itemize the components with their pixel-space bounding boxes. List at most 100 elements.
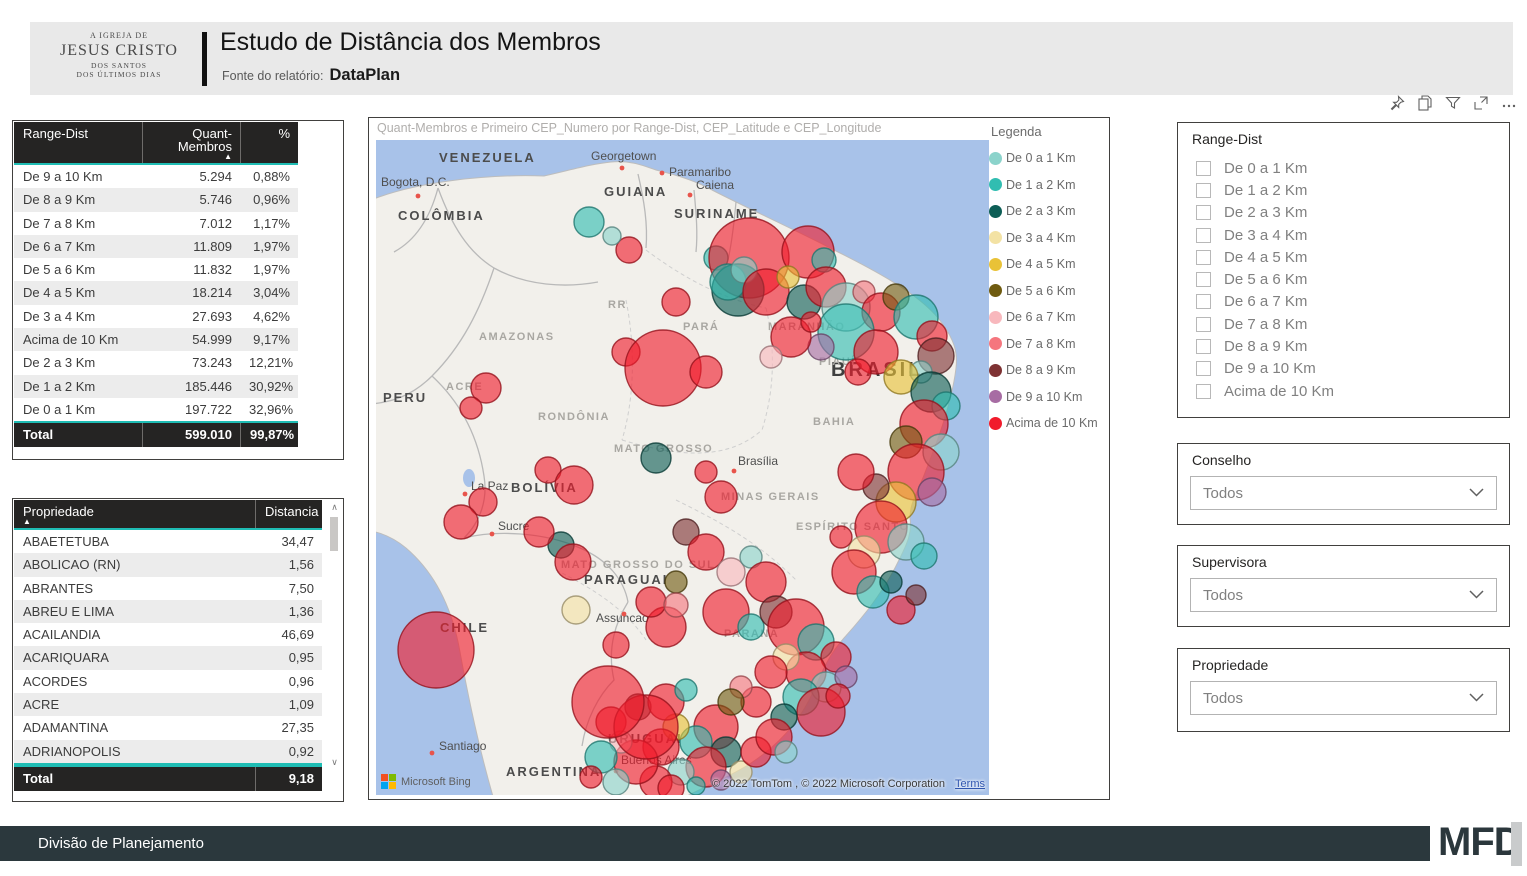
- map-bubble[interactable]: [918, 478, 946, 506]
- table-row[interactable]: De 2 a 3 Km73.24312,21%: [14, 351, 298, 374]
- filter-icon[interactable]: [1444, 94, 1462, 112]
- map-bubble[interactable]: [838, 454, 874, 490]
- table-row[interactable]: De 4 a 5 Km18.2143,04%: [14, 281, 298, 304]
- legend-item[interactable]: De 6 a 7 Km: [989, 304, 1109, 331]
- table-row[interactable]: ABRANTES7,50: [14, 577, 322, 600]
- map-bubble[interactable]: [555, 544, 591, 580]
- column-header[interactable]: Quant-Membros▲: [142, 122, 240, 163]
- copy-icon[interactable]: [1416, 94, 1434, 112]
- range-dist-option[interactable]: De 8 a 9 Km: [1196, 335, 1334, 357]
- range-dist-option[interactable]: De 0 a 1 Km: [1196, 157, 1334, 179]
- legend-item[interactable]: De 0 a 1 Km: [989, 145, 1109, 172]
- legend-item[interactable]: Acima de 10 Km: [989, 410, 1109, 437]
- table-row[interactable]: ACRE1,09: [14, 693, 322, 716]
- more-options-icon[interactable]: [1500, 94, 1518, 112]
- checkbox[interactable]: [1196, 294, 1211, 309]
- checkbox[interactable]: [1196, 361, 1211, 376]
- map-bubble[interactable]: [695, 461, 717, 483]
- map-bubble[interactable]: [665, 571, 687, 593]
- range-dist-option[interactable]: De 5 a 6 Km: [1196, 268, 1334, 290]
- legend-item[interactable]: De 5 a 6 Km: [989, 278, 1109, 305]
- map-bubble[interactable]: [603, 769, 629, 795]
- map-bubble[interactable]: [460, 397, 482, 419]
- map-bubble[interactable]: [664, 593, 688, 617]
- column-header[interactable]: Range-Dist: [14, 122, 142, 163]
- map-bubble[interactable]: [690, 356, 722, 388]
- legend-item[interactable]: De 1 a 2 Km: [989, 172, 1109, 199]
- map-bubble[interactable]: [572, 666, 644, 738]
- range-dist-option[interactable]: De 3 a 4 Km: [1196, 224, 1334, 246]
- map-bubble[interactable]: [755, 656, 787, 688]
- map-bubble[interactable]: [662, 288, 690, 316]
- table-row[interactable]: ACAILANDIA46,69: [14, 623, 322, 646]
- map-bubble[interactable]: [675, 679, 697, 701]
- legend-item[interactable]: De 8 a 9 Km: [989, 357, 1109, 384]
- legend-item[interactable]: De 3 a 4 Km: [989, 225, 1109, 252]
- map-bubble[interactable]: [603, 632, 629, 658]
- map-bubble[interactable]: [574, 207, 604, 237]
- table-row[interactable]: ACARIQUARA0,95: [14, 646, 322, 669]
- focus-mode-icon[interactable]: [1472, 94, 1490, 112]
- map-bubble[interactable]: [687, 777, 705, 795]
- bing-map[interactable]: VENEZUELAGUIANASURINAMECOLÔMBIAPERUBOLÍV…: [376, 140, 989, 795]
- map-bubble[interactable]: [826, 684, 850, 708]
- range-dist-option[interactable]: De 1 a 2 Km: [1196, 179, 1334, 201]
- map-bubble[interactable]: [636, 587, 666, 617]
- map-bubble[interactable]: [603, 227, 621, 245]
- table-row[interactable]: ABAETETUBA34,47: [14, 530, 322, 553]
- range-dist-option[interactable]: De 2 a 3 Km: [1196, 202, 1334, 224]
- legend-item[interactable]: De 7 a 8 Km: [989, 331, 1109, 358]
- column-header[interactable]: %: [240, 122, 298, 163]
- range-dist-option[interactable]: De 9 a 10 Km: [1196, 358, 1334, 380]
- map-bubble[interactable]: [808, 334, 834, 360]
- supervisora-dropdown[interactable]: Todos: [1190, 578, 1497, 612]
- range-dist-option[interactable]: De 7 a 8 Km: [1196, 313, 1334, 335]
- checkbox[interactable]: [1196, 250, 1211, 265]
- checkbox[interactable]: [1196, 317, 1211, 332]
- legend-item[interactable]: De 4 a 5 Km: [989, 251, 1109, 278]
- map-bubble[interactable]: [562, 596, 590, 624]
- table-row[interactable]: De 1 a 2 Km185.44630,92%: [14, 375, 298, 398]
- scroll-up-icon[interactable]: ∧: [328, 501, 341, 514]
- range-dist-option[interactable]: Acima de 10 Km: [1196, 380, 1334, 402]
- checkbox[interactable]: [1196, 384, 1211, 399]
- table-row[interactable]: De 6 a 7 Km11.8091,97%: [14, 235, 298, 258]
- table-row[interactable]: De 5 a 6 Km11.8321,97%: [14, 258, 298, 281]
- map-bubble[interactable]: [830, 526, 852, 548]
- map-bubble[interactable]: [880, 571, 902, 593]
- map-bubble[interactable]: [760, 346, 782, 368]
- scroll-down-icon[interactable]: ∨: [328, 756, 341, 769]
- map-bubble[interactable]: [398, 612, 474, 688]
- map-bubble[interactable]: [444, 505, 478, 539]
- checkbox[interactable]: [1196, 339, 1211, 354]
- column-header[interactable]: Propriedade▲: [14, 500, 255, 528]
- table-row[interactable]: ADRIANOPOLIS0,92: [14, 740, 322, 763]
- table-row[interactable]: Acima de 10 Km54.9999,17%: [14, 328, 298, 351]
- map-bubble[interactable]: [641, 443, 671, 473]
- range-dist-option[interactable]: De 4 a 5 Km: [1196, 246, 1334, 268]
- map-bubble[interactable]: [718, 689, 744, 715]
- map-bubble[interactable]: [911, 543, 937, 569]
- checkbox[interactable]: [1196, 183, 1211, 198]
- map-bubble[interactable]: [801, 312, 821, 332]
- legend-item[interactable]: De 9 a 10 Km: [989, 384, 1109, 411]
- terms-link[interactable]: Terms: [955, 778, 985, 790]
- range-dist-option[interactable]: De 6 a 7 Km: [1196, 291, 1334, 313]
- map-bubble[interactable]: [524, 517, 554, 547]
- table-row[interactable]: ABREU E LIMA1,36: [14, 600, 322, 623]
- table-row[interactable]: De 9 a 10 Km5.2940,88%: [14, 165, 298, 188]
- checkbox[interactable]: [1196, 272, 1211, 287]
- map-bubble[interactable]: [738, 614, 764, 640]
- map-bubble[interactable]: [625, 330, 701, 406]
- map-bubble[interactable]: [555, 466, 593, 504]
- map-bubble[interactable]: [658, 775, 684, 795]
- map-bubble[interactable]: [845, 359, 871, 385]
- table-row[interactable]: ABOLICAO (RN)1,56: [14, 553, 322, 576]
- checkbox[interactable]: [1196, 228, 1211, 243]
- map-bubble[interactable]: [906, 585, 926, 605]
- column-header[interactable]: Distancia: [255, 500, 322, 528]
- table-row[interactable]: ACORDES0,96: [14, 670, 322, 693]
- map-bubble[interactable]: [705, 481, 737, 513]
- propriedade-dropdown[interactable]: Todos: [1190, 681, 1497, 715]
- conselho-dropdown[interactable]: Todos: [1190, 476, 1497, 510]
